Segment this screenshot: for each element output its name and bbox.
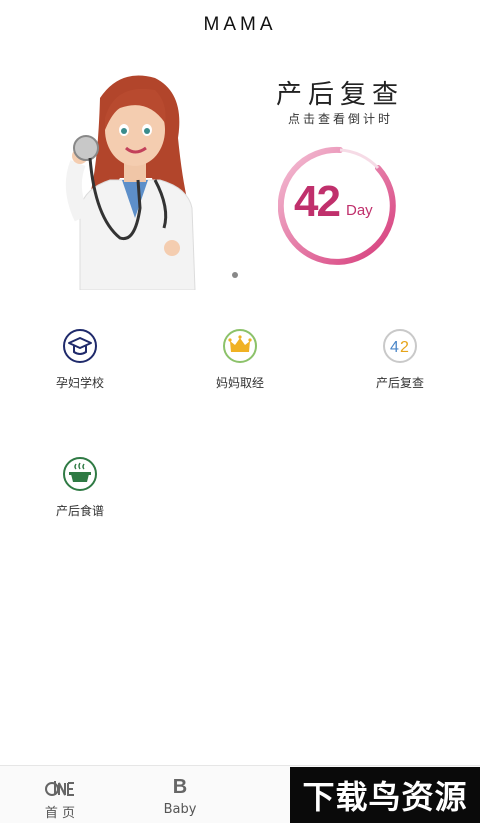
- tile-label: 产后食谱: [55, 504, 104, 518]
- doctor-illustration: [65, 75, 196, 290]
- tile-label: 孕妇学校: [55, 376, 104, 390]
- countdown-unit: Day: [346, 202, 373, 219]
- tile-postpartum-recipes[interactable]: 产后食谱: [0, 456, 160, 556]
- svg-text:2: 2: [400, 339, 409, 356]
- banner-carousel[interactable]: 产后复查 点击查看倒计时 42 Day: [0, 50, 480, 295]
- page-title: MAMA: [203, 14, 277, 35]
- cooking-pot-icon: [63, 457, 97, 491]
- number-42-icon: 4 2: [383, 329, 417, 363]
- graduation-cap-icon: [63, 329, 97, 363]
- countdown-ring[interactable]: 42 Day: [277, 144, 402, 268]
- carousel-indicator: [232, 272, 238, 278]
- app-header: MAMA: [0, 0, 480, 50]
- countdown-number: 42: [294, 177, 341, 226]
- tile-mom-experience[interactable]: 妈妈取经: [160, 328, 320, 428]
- tile-label: 妈妈取经: [215, 376, 264, 390]
- one-logo-icon: [45, 781, 74, 796]
- tile-label: 产后复查: [375, 376, 424, 390]
- crown-icon: [223, 329, 257, 363]
- tab-label: 首 页: [44, 806, 76, 821]
- tile-pregnancy-school[interactable]: 孕妇学校: [0, 328, 160, 428]
- tab-baby[interactable]: B Baby: [120, 766, 240, 823]
- tab-label: Baby: [163, 802, 197, 817]
- tile-postpartum-checkup[interactable]: 4 2 产后复查: [320, 328, 480, 428]
- baby-b-icon: B: [172, 775, 188, 798]
- tab-home[interactable]: 首 页: [0, 766, 120, 823]
- banner-heading: 产后复查: [276, 80, 405, 110]
- banner-subtitle: 点击查看倒计时: [288, 112, 394, 126]
- watermark-logo: 下载鸟资源: [290, 767, 480, 823]
- svg-text:4: 4: [390, 339, 399, 356]
- watermark-text: 下载鸟资源: [302, 778, 468, 816]
